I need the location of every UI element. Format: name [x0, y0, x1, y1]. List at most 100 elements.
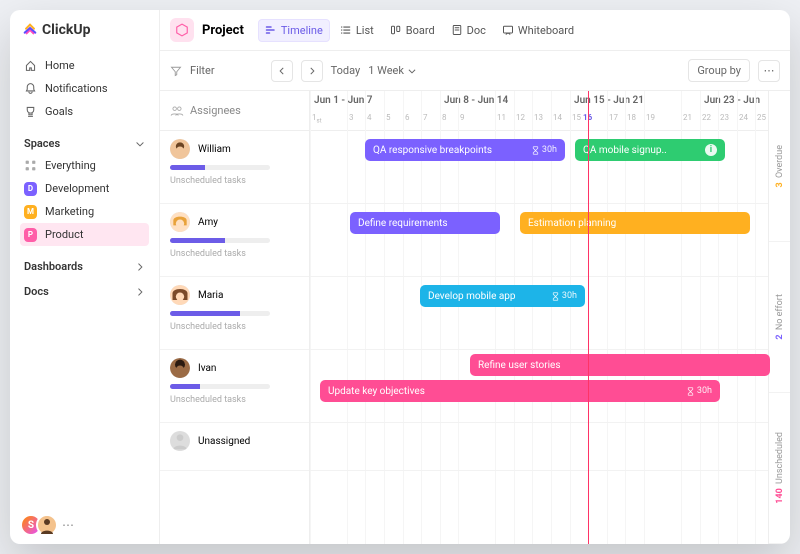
whiteboard-icon — [502, 24, 514, 36]
workload-bar — [170, 165, 270, 170]
timeline-row[interactable]: QA responsive breakpoints 30h QA mobile … — [310, 131, 768, 204]
nav-label: Goals — [45, 105, 73, 118]
day-label: 12 — [516, 113, 525, 122]
space-marketing[interactable]: M Marketing — [20, 200, 149, 223]
space-label: Product — [45, 228, 83, 241]
day-label: 3 — [349, 113, 354, 122]
view-doc[interactable]: Doc — [445, 19, 492, 42]
rail-overdue[interactable]: 3 Overdue — [769, 91, 790, 242]
task-estimate: 30h — [531, 145, 557, 155]
nav-home[interactable]: Home — [20, 54, 149, 77]
week-label: Jun 23 - Jun — [704, 95, 760, 106]
rail-no-effort[interactable]: 2 No effort — [769, 242, 790, 393]
view-label: Whiteboard — [518, 24, 574, 37]
assignees-header[interactable]: Assignees — [160, 91, 309, 131]
workload-bar — [170, 311, 270, 316]
task-label: QA responsive breakpoints — [373, 145, 492, 156]
timeline-row[interactable] — [310, 423, 768, 471]
view-whiteboard[interactable]: Whiteboard — [496, 19, 580, 42]
home-icon — [24, 59, 37, 72]
clickup-logo-icon — [22, 22, 38, 38]
day-label: 21 — [683, 113, 692, 122]
nav-goals[interactable]: Goals — [20, 100, 149, 123]
top-bar: Project Timeline List Board Doc Whiteboa… — [160, 10, 790, 51]
assignee-name: Unassigned — [198, 436, 250, 447]
timeline-row[interactable]: Define requirements Estimation planning — [310, 204, 768, 277]
workload-bar — [170, 384, 270, 389]
assignee-row[interactable]: Amy Unscheduled tasks — [160, 204, 309, 277]
toolbar: Filter Today 1 Week Group by ⋯ — [160, 51, 790, 91]
today-button[interactable]: Today — [331, 64, 361, 77]
task-label: Update key objectives — [328, 386, 425, 397]
space-development[interactable]: D Development — [20, 177, 149, 200]
task-estimate: 30h — [686, 386, 712, 396]
docs-label: Docs — [24, 285, 49, 298]
task-bar[interactable]: Develop mobile app 30h — [420, 285, 585, 307]
timeline-grid[interactable]: Jun 1 - Jun 7Jun 8 - Jun 14Jun 15 - Jun … — [310, 91, 768, 544]
timeline-row[interactable]: Develop mobile app 30h — [310, 277, 768, 350]
dashboards-header[interactable]: Dashboards — [20, 256, 149, 277]
view-list[interactable]: List — [334, 19, 380, 42]
task-bar[interactable]: Define requirements — [350, 212, 500, 234]
spaces-header[interactable]: Spaces — [20, 133, 149, 154]
day-label: 15 — [572, 113, 581, 122]
unscheduled-label[interactable]: Unscheduled tasks — [170, 176, 299, 186]
brand-logo[interactable]: ClickUp — [20, 20, 149, 44]
next-button[interactable] — [301, 60, 323, 82]
nav-notifications[interactable]: Notifications — [20, 77, 149, 100]
view-timeline[interactable]: Timeline — [258, 19, 330, 42]
filter-button[interactable]: Filter — [190, 64, 215, 77]
day-label: 23 — [720, 113, 729, 122]
group-by-button[interactable]: Group by — [688, 59, 750, 82]
task-label: QA mobile signup.. — [583, 145, 667, 156]
unscheduled-label[interactable]: Unscheduled tasks — [170, 249, 299, 259]
docs-header[interactable]: Docs — [20, 281, 149, 302]
day-label: 1st — [312, 113, 322, 125]
day-label: 6 — [405, 113, 410, 122]
day-label: 9 — [460, 113, 465, 122]
assignee-avatar — [170, 431, 190, 451]
task-bar[interactable]: Update key objectives 30h — [320, 380, 720, 402]
range-select[interactable]: 1 Week — [368, 64, 417, 77]
rail-unscheduled[interactable]: 140 Unscheduled — [769, 393, 790, 544]
main-panel: Project Timeline List Board Doc Whiteboa… — [160, 10, 790, 544]
timeline-row[interactable]: Refine user stories Update key objective… — [310, 350, 768, 423]
rail-count: 2 — [775, 335, 785, 340]
task-bar[interactable]: QA responsive breakpoints 30h — [365, 139, 565, 161]
task-bar[interactable]: Estimation planning — [520, 212, 750, 234]
assignee-avatar — [170, 358, 190, 378]
chevron-right-icon — [135, 287, 145, 297]
task-label: Refine user stories — [478, 360, 560, 371]
task-bar[interactable]: QA mobile signup.. i — [575, 139, 725, 161]
task-label: Define requirements — [358, 218, 448, 229]
rail-count: 3 — [775, 182, 785, 187]
rail-label: Overdue — [775, 145, 785, 178]
info-icon[interactable]: i — [705, 144, 717, 156]
day-label: 14 — [553, 113, 562, 122]
assignee-row[interactable]: Maria Unscheduled tasks — [160, 277, 309, 350]
user-avatar[interactable] — [36, 514, 58, 536]
task-bar[interactable]: Refine user stories — [470, 354, 770, 376]
right-rail: 3 Overdue 2 No effort 140 Unscheduled — [768, 91, 790, 544]
day-label: 5 — [386, 113, 391, 122]
task-estimate: 30h — [551, 291, 577, 301]
unscheduled-label[interactable]: Unscheduled tasks — [170, 395, 299, 405]
week-label: Jun 15 - Jun 21 — [574, 95, 644, 106]
unscheduled-label[interactable]: Unscheduled tasks — [170, 322, 299, 332]
project-icon — [170, 18, 194, 42]
more-menu-button[interactable]: ⋯ — [758, 60, 780, 82]
space-everything[interactable]: Everything — [20, 154, 149, 177]
prev-button[interactable] — [271, 60, 293, 82]
space-product[interactable]: P Product — [20, 223, 149, 246]
more-icon[interactable]: ⋯ — [62, 518, 74, 532]
assignee-row[interactable]: William Unscheduled tasks — [160, 131, 309, 204]
view-board[interactable]: Board — [384, 19, 441, 42]
day-label: 19 — [646, 113, 655, 122]
board-icon — [390, 24, 402, 36]
today-line — [588, 91, 589, 544]
day-label: 11 — [497, 113, 506, 122]
assignee-row[interactable]: Ivan Unscheduled tasks — [160, 350, 309, 423]
assignee-row[interactable]: Unassigned — [160, 423, 309, 471]
assignees-column: Assignees William Unscheduled tasks Amy … — [160, 91, 310, 544]
footer-avatars[interactable]: S ⋯ — [20, 510, 149, 536]
